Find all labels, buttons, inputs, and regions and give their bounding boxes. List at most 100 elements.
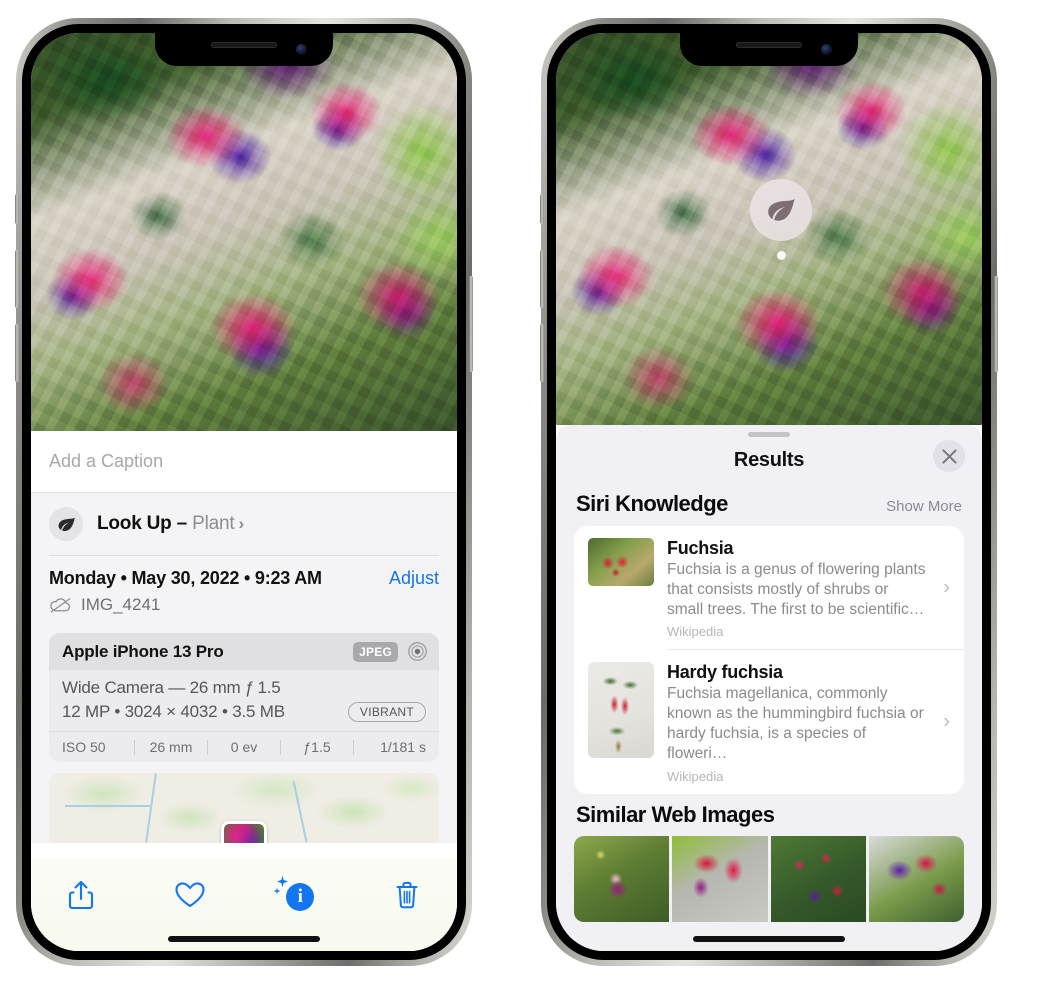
volume-up-button[interactable] — [15, 250, 19, 308]
volume-up-button[interactable] — [540, 250, 544, 308]
mute-switch[interactable] — [15, 194, 19, 224]
speaker-grille-icon — [211, 42, 277, 48]
front-camera-icon — [296, 44, 307, 55]
look-up-subject: Plant — [192, 513, 235, 534]
right-phone-bezel: Results Siri Knowledge Show More Fuchsia… — [547, 24, 991, 960]
speaker-grille-icon — [736, 42, 802, 48]
caption-input[interactable]: Add a Caption — [31, 431, 457, 493]
web-image-thumbnail[interactable] — [868, 835, 964, 922]
camera-device-name: Apple iPhone 13 Pro — [62, 641, 224, 661]
look-up-row[interactable]: Look Up – Plant › — [31, 493, 457, 555]
metadata-filename-row: IMG_4241 — [49, 595, 439, 615]
results-title: Results — [733, 448, 805, 471]
trash-icon[interactable] — [385, 875, 429, 915]
info-sparkle-icon[interactable]: i — [273, 875, 320, 915]
exif-exposure: 0 ev — [230, 739, 258, 755]
visual-lookup-leaf-badge[interactable] — [750, 179, 812, 241]
close-icon[interactable] — [933, 440, 965, 472]
camera-specs-row: 12 MP • 3024 × 4032 • 3.5 MB VIBRANT — [62, 702, 426, 722]
camera-header-badges: JPEG — [353, 641, 428, 662]
knowledge-thumbnail — [588, 662, 654, 759]
web-image-thumbnail[interactable] — [770, 835, 866, 922]
left-phone-screen: Add a Caption Look Up – Plant › Monday •… — [31, 33, 457, 951]
sparkle-icon — [31, 493, 33, 494]
aperture-icon — [408, 642, 427, 661]
format-badge: JPEG — [353, 641, 398, 662]
photo-viewer[interactable] — [31, 33, 457, 431]
web-image-thumbnail[interactable] — [672, 835, 768, 922]
knowledge-item-text: Fuchsia Fuchsia is a genus of flowering … — [667, 538, 950, 639]
exif-row: ISO 50 26 mm 0 ev ƒ1.5 1/181 s — [49, 731, 439, 762]
camera-specs-line: 12 MP • 3024 × 4032 • 3.5 MB — [62, 702, 285, 721]
camera-card-header: Apple iPhone 13 Pro JPEG — [49, 633, 439, 670]
home-indicator[interactable] — [693, 936, 845, 942]
adjust-button[interactable]: Adjust — [389, 568, 439, 589]
knowledge-item-source: Wikipedia — [667, 768, 724, 784]
sparkle-small-icon — [273, 887, 281, 895]
left-phone-bezel: Add a Caption Look Up – Plant › Monday •… — [22, 24, 466, 960]
share-icon[interactable] — [59, 875, 103, 915]
leaf-icon — [768, 198, 795, 221]
similar-web-images-title: Similar Web Images — [576, 801, 775, 827]
look-up-title: Look Up – — [97, 513, 193, 534]
knowledge-item-fuchsia[interactable]: Fuchsia Fuchsia is a genus of flowering … — [574, 526, 964, 649]
similar-web-images-strip[interactable] — [556, 835, 982, 922]
look-up-label: Look Up – Plant › — [97, 513, 244, 535]
volume-down-button[interactable] — [540, 324, 544, 382]
camera-lens-line: Wide Camera — 26 mm ƒ 1.5 — [62, 678, 281, 697]
photo-date: Monday • May 30, 2022 • 9:23 AM — [49, 568, 322, 588]
exif-aperture: ƒ1.5 — [303, 739, 331, 755]
knowledge-item-title: Fuchsia — [667, 538, 734, 558]
similar-web-images-header: Similar Web Images — [556, 794, 982, 832]
notch — [155, 33, 333, 66]
metadata-date-row: Monday • May 30, 2022 • 9:23 AM Adjust — [49, 568, 439, 589]
cloud-slash-icon — [50, 598, 71, 613]
right-phone-screen: Results Siri Knowledge Show More Fuchsia… — [556, 33, 982, 951]
map-photo-pin[interactable] — [221, 820, 267, 843]
results-header: Results — [556, 437, 982, 483]
lookup-section: Look Up – Plant › Monday • May 30, 2022 •… — [31, 493, 457, 843]
leaf-icon — [49, 507, 83, 541]
knowledge-item-title: Hardy fuchsia — [667, 662, 783, 683]
knowledge-thumbnail — [588, 538, 654, 586]
photographic-style-badge: VIBRANT — [347, 702, 426, 722]
photo-filename: IMG_4241 — [81, 595, 161, 614]
knowledge-item-text: Hardy fuchsia Fuchsia magellanica, commo… — [667, 662, 950, 783]
photo-location-map[interactable] — [49, 773, 439, 843]
exif-shutter: 1/181 s — [380, 739, 426, 755]
volume-down-button[interactable] — [15, 324, 19, 382]
exif-iso: ISO 50 — [62, 739, 106, 755]
chevron-right-icon: › — [943, 710, 950, 733]
map-river — [145, 773, 158, 843]
right-phone-frame: Results Siri Knowledge Show More Fuchsia… — [540, 18, 998, 966]
map-river — [64, 805, 151, 808]
mute-switch[interactable] — [540, 194, 544, 224]
camera-card-body: Wide Camera — 26 mm ƒ 1.5 12 MP • 3024 ×… — [49, 670, 439, 731]
front-camera-icon — [821, 44, 832, 55]
photo-info-sheet: Add a Caption Look Up – Plant › Monday •… — [31, 431, 457, 951]
knowledge-item-description: Fuchsia is a genus of flowering plants t… — [667, 561, 926, 618]
photo-metadata: Monday • May 30, 2022 • 9:23 AM Adjust I… — [31, 556, 457, 623]
knowledge-item-description: Fuchsia magellanica, commonly known as t… — [667, 685, 924, 762]
siri-knowledge-title: Siri Knowledge — [576, 491, 728, 516]
left-phone-frame: Add a Caption Look Up – Plant › Monday •… — [15, 18, 473, 966]
web-image-thumbnail[interactable] — [574, 835, 670, 922]
results-sheet: Results Siri Knowledge Show More Fuchsia… — [556, 425, 982, 951]
chevron-right-icon: › — [238, 514, 244, 533]
power-button[interactable] — [994, 276, 998, 372]
show-more-button[interactable]: Show More — [886, 498, 962, 515]
chevron-right-icon: › — [943, 576, 950, 599]
screenshot-stage: Add a Caption Look Up – Plant › Monday •… — [0, 0, 1055, 985]
heart-icon[interactable] — [168, 875, 212, 915]
exif-focal: 26 mm — [149, 739, 193, 755]
map-river — [292, 780, 308, 843]
power-button[interactable] — [469, 276, 473, 372]
siri-knowledge-card: Fuchsia Fuchsia is a genus of flowering … — [574, 526, 964, 794]
home-indicator[interactable] — [168, 936, 320, 942]
info-glyph: i — [286, 883, 315, 911]
knowledge-item-source: Wikipedia — [667, 624, 724, 640]
knowledge-item-hardy-fuchsia[interactable]: Hardy fuchsia Fuchsia magellanica, commo… — [574, 650, 964, 793]
camera-info-card[interactable]: Apple iPhone 13 Pro JPEG Wide Camera — 2… — [49, 633, 439, 762]
visual-lookup-anchor-dot — [777, 251, 786, 260]
siri-knowledge-header: Siri Knowledge Show More — [556, 483, 982, 526]
